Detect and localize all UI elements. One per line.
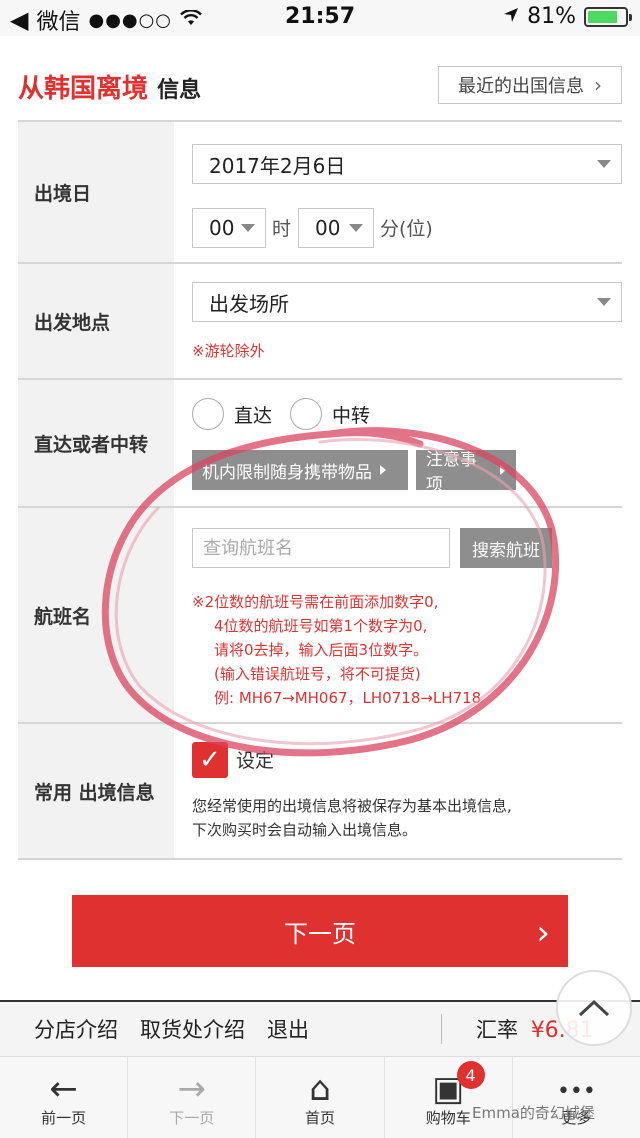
date-select[interactable]: 2017年2月6日 <box>192 144 622 184</box>
battery-icon <box>584 6 632 27</box>
row-route: 直达或者中转 直达 中转 机内限制随身携带物品 注意事项 <box>18 380 622 508</box>
home-icon: ⌂ <box>309 1069 331 1109</box>
flight-search-input[interactable] <box>192 528 450 568</box>
row-departure-date: 出境日 2017年2月6日 00 时 00 分(位) <box>18 122 622 264</box>
arrow-left-icon: ← <box>49 1069 78 1109</box>
caret-down-icon <box>597 298 611 306</box>
caret-down-icon <box>597 160 611 168</box>
label-saved-info: 常用 出境信息 <box>18 724 174 858</box>
next-page-label: 下一页 <box>284 919 356 948</box>
tab-label: 下一页 <box>169 1109 215 1127</box>
flight-notes: ※2位数的航班号需在前面添加数字0, 4位数的航班号如第1个数字为0, 请将0去… <box>192 590 481 710</box>
caret-down-icon <box>241 224 255 232</box>
saved-info-description: 您经常使用的出境信息将被保存为基本出境信息, 下次购买时会自动输入出境信息。 <box>192 794 512 842</box>
exchange-rate-label: 汇率 <box>476 1018 518 1042</box>
next-page-button[interactable]: 下一页 › <box>72 895 568 967</box>
flight-search-button[interactable]: 搜索航班 <box>460 528 552 568</box>
footer-links: 分店介绍 取货处介绍 退出 汇率 ¥6.81 <box>0 1000 640 1056</box>
notice-label: 注意事项 <box>426 450 477 495</box>
cabin-restriction-label: 机内限制随身携带物品 <box>202 462 372 483</box>
date-value: 2017年2月6日 <box>209 153 346 178</box>
row-departure-place: 出发地点 出发场所 ※游轮除外 <box>18 264 622 380</box>
page-title: 从韩国离境 信息 <box>18 68 201 105</box>
triangle-right-icon <box>380 465 386 475</box>
tab-label: 前一页 <box>41 1109 87 1127</box>
arrow-right-icon: → <box>177 1069 207 1109</box>
flight-note-line: ※2位数的航班号需在前面添加数字0, <box>192 593 439 611</box>
notice-button[interactable]: 注意事项 <box>416 450 516 495</box>
divider <box>441 1014 442 1044</box>
radio-circle <box>290 398 322 430</box>
row-flight: 航班名 搜索航班 ※2位数的航班号需在前面添加数字0, 4位数的航班号如第1个数… <box>18 508 622 724</box>
flight-note-line: 请将0去掉，输入后面3位数字。 <box>214 641 429 659</box>
minute-unit: 分(位) <box>380 218 433 240</box>
tab-cart[interactable]: ▣ 4 购物车 <box>385 1057 513 1138</box>
recent-departure-info-button[interactable]: 最近的出国信息 › <box>438 66 622 104</box>
departure-place-value: 出发场所 <box>209 291 289 316</box>
tab-previous-page[interactable]: ← 前一页 <box>0 1057 129 1138</box>
recent-button-label: 最近的出国信息 <box>458 76 584 97</box>
signal-icon: ●●●○○ <box>88 9 173 31</box>
caret-down-icon <box>349 224 363 232</box>
cruise-note: ※游轮除外 <box>192 342 265 360</box>
status-bar: ◀ 微信 ●●●○○ 21:57 81% <box>0 0 640 36</box>
radio-circle <box>192 398 224 430</box>
label-departure-place: 出发地点 <box>18 264 174 378</box>
page-title-black: 信息 <box>157 78 202 103</box>
saved-info-desc-line: 您经常使用的出境信息将被保存为基本出境信息, <box>192 797 512 815</box>
flight-note-line: 4位数的航班号如第1个数字为0, <box>214 617 428 635</box>
pickup-intro-link[interactable]: 取货处介绍 <box>140 1014 245 1044</box>
scroll-top-button[interactable] <box>556 970 632 1046</box>
more-dots-icon: ••• <box>556 1079 596 1104</box>
radio-direct-label: 直达 <box>234 404 273 427</box>
tab-more[interactable]: ••• 更多 <box>513 1057 640 1138</box>
departure-place-select[interactable]: 出发场所 <box>192 282 622 322</box>
location-icon <box>503 4 519 29</box>
label-departure-date: 出境日 <box>18 122 174 262</box>
tab-home[interactable]: ⌂ 首页 <box>256 1057 385 1138</box>
logout-link[interactable]: 退出 <box>267 1014 309 1044</box>
back-icon[interactable]: ◀ <box>10 6 28 34</box>
bottom-tab-bar: ← 前一页 → 下一页 ⌂ 首页 ▣ 4 购物车 ••• 更多 <box>0 1056 640 1138</box>
cart-count-badge: 4 <box>456 1061 485 1089</box>
page-title-red: 从韩国离境 <box>18 74 149 104</box>
battery-percent: 81% <box>527 4 576 29</box>
store-intro-link[interactable]: 分店介绍 <box>34 1014 118 1044</box>
tab-next-page[interactable]: → 下一页 <box>128 1057 257 1138</box>
chevron-right-icon: › <box>594 73 602 97</box>
flight-note-line: 例: MH67→MH067，LH0718→LH718 <box>214 689 482 707</box>
chevron-right-icon: › <box>536 913 550 953</box>
chevron-up-icon <box>577 991 611 1026</box>
minute-select[interactable]: 00 <box>298 208 374 248</box>
minute-value: 00 <box>315 216 341 240</box>
label-flight: 航班名 <box>18 508 174 722</box>
radio-transfer-label: 中转 <box>332 404 371 427</box>
row-saved-info: 常用 出境信息 ✓ 设定 您经常使用的出境信息将被保存为基本出境信息, 下次购买… <box>18 724 622 860</box>
wifi-icon <box>180 8 202 31</box>
hour-unit: 时 <box>272 218 292 240</box>
saved-info-desc-line: 下次购买时会自动输入出境信息。 <box>192 821 418 839</box>
hour-value: 00 <box>209 216 235 240</box>
label-route: 直达或者中转 <box>18 380 174 506</box>
departure-form: 出境日 2017年2月6日 00 时 00 分(位) 出发地点 出发场所 ※游轮… <box>18 120 622 860</box>
status-app-name[interactable]: 微信 <box>36 4 80 36</box>
page-header: 从韩国离境 信息 最近的出国信息 › <box>18 62 622 108</box>
tab-label: 购物车 <box>425 1109 471 1127</box>
saved-info-checkbox[interactable]: ✓ <box>192 742 228 778</box>
triangle-right-icon <box>500 465 506 475</box>
flight-search-label: 搜索航班 <box>472 540 540 561</box>
cabin-restriction-button[interactable]: 机内限制随身携带物品 <box>192 450 408 490</box>
saved-info-checkbox-label: 设定 <box>236 750 275 772</box>
tab-label: 首页 <box>305 1109 336 1127</box>
flight-note-line: (输入错误航班号，将不可提货) <box>214 665 421 683</box>
hour-select[interactable]: 00 <box>192 208 266 248</box>
watermark-text: Emma的奇幻城堡 <box>472 1104 595 1122</box>
radio-transfer[interactable]: 中转 <box>290 398 370 430</box>
radio-direct[interactable]: 直达 <box>192 398 272 430</box>
